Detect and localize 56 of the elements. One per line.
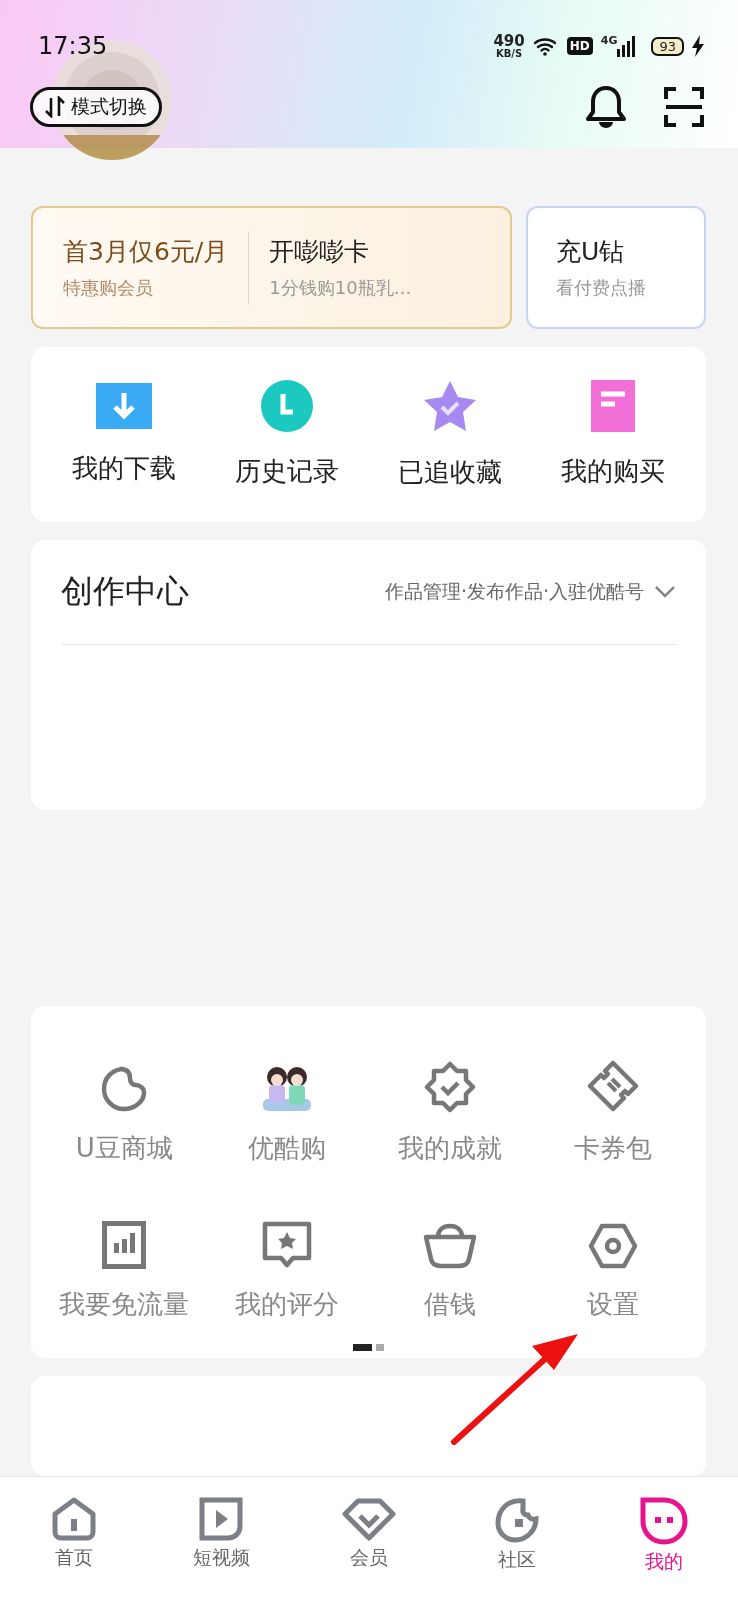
nav-tab[interactable]: 会员	[295, 1497, 443, 1571]
battery-level: 93	[651, 36, 684, 56]
play-icon	[199, 1497, 244, 1541]
bean-icon	[494, 1497, 539, 1543]
nav-tab[interactable]: 我的	[590, 1497, 738, 1575]
net-unit: KB/S	[495, 48, 523, 59]
service-item[interactable]: 借钱	[368, 1206, 532, 1322]
badge-check-icon	[423, 1061, 476, 1113]
promo-title: 开嘭嘭卡	[269, 236, 371, 268]
quick-link[interactable]: 历史记录	[205, 380, 369, 490]
nav-tab[interactable]: 短视频	[147, 1497, 296, 1571]
download-icon	[96, 383, 153, 430]
promo-title: 首3月仅6元/月	[63, 236, 229, 268]
service-item[interactable]: 我的成就	[368, 1050, 532, 1166]
network-type: 4G	[600, 33, 618, 47]
quick-link[interactable]: 我的购买	[531, 380, 694, 490]
face-icon	[640, 1497, 689, 1545]
ingot-icon	[422, 1223, 477, 1269]
notification-icon[interactable]	[584, 84, 628, 130]
document-icon	[590, 380, 635, 433]
quick-link[interactable]: 我的下载	[43, 383, 206, 487]
diamond-icon	[342, 1497, 396, 1541]
mode-switch-button[interactable]: 模式切换	[30, 87, 162, 127]
charging-icon	[692, 35, 704, 57]
nav-tab[interactable]: 社区	[442, 1497, 591, 1573]
clock-icon	[261, 380, 314, 433]
service-item[interactable]: U豆商城	[43, 1050, 206, 1166]
rating-icon	[262, 1221, 313, 1269]
wifi-icon	[532, 36, 559, 56]
bean-icon	[100, 1065, 149, 1113]
promo-subtitle: 特惠购会员	[63, 276, 154, 300]
net-speed: 490	[493, 33, 525, 49]
service-item[interactable]: 优酷购	[205, 1050, 369, 1166]
service-item[interactable]: 我的评分	[205, 1206, 369, 1322]
signal-icon	[617, 35, 638, 57]
chart-icon	[102, 1221, 147, 1269]
promo-subtitle: 1分钱购10瓶乳…	[269, 276, 412, 300]
chevron-icon	[654, 585, 676, 600]
ticket-icon	[585, 1059, 640, 1113]
section-title: 创作中心	[61, 571, 189, 613]
promo-subtitle: 看付费点播	[556, 276, 647, 300]
service-item[interactable]: 卡券包	[531, 1050, 694, 1166]
nav-tab[interactable]: 首页	[0, 1497, 148, 1571]
settings-icon	[587, 1223, 638, 1269]
home-icon	[51, 1497, 96, 1541]
vip-promo-card[interactable]: 首3月仅6元/月 特惠购会员 开嘭嘭卡 1分钱购10瓶乳…	[31, 206, 512, 329]
scan-icon[interactable]	[664, 87, 704, 127]
time: 17:35	[38, 32, 108, 60]
hd-badge: HD	[566, 37, 593, 55]
swap-icon	[45, 96, 65, 118]
service-item[interactable]: 设置	[531, 1206, 694, 1322]
promo-title: 充U钻	[556, 236, 626, 268]
service-item[interactable]: 我要免流量	[43, 1206, 206, 1322]
recharge-card[interactable]: 充U钻 看付费点播	[526, 206, 706, 329]
creation-links[interactable]: 作品管理·发布作品·入驻优酷号	[384, 579, 676, 606]
quick-link[interactable]: 已追收藏	[368, 379, 532, 491]
